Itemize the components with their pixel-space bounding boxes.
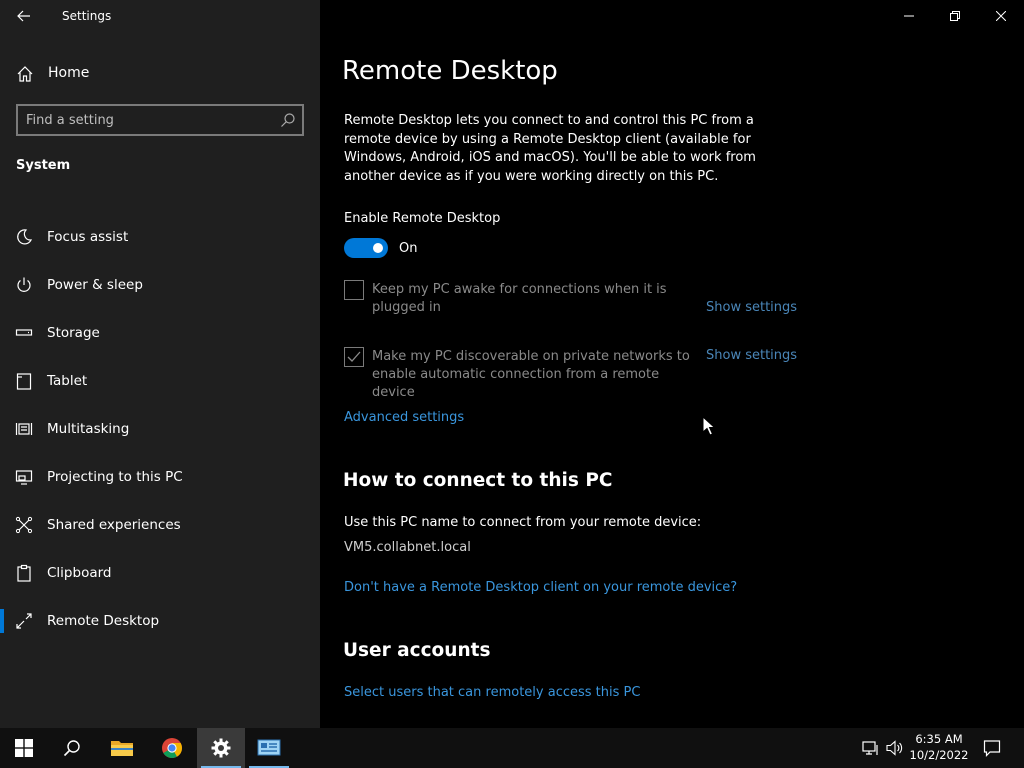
sidebar-item-label: Multitasking [47,421,130,437]
chrome-icon [162,738,182,758]
toggle-state-label: On [399,241,418,256]
section-label-system: System [16,158,71,173]
network-icon [862,741,878,755]
enable-remote-desktop-toggle[interactable] [344,238,388,258]
keep-awake-checkbox[interactable] [344,280,364,300]
power-icon [17,277,31,292]
windows-logo-icon [15,739,33,757]
file-explorer-button[interactable] [98,728,146,768]
sidebar-item-multitasking[interactable]: Multitasking [0,409,320,449]
sidebar-item-clipboard[interactable]: Clipboard [0,553,320,593]
search-icon[interactable] [280,112,296,128]
get-client-link[interactable]: Don't have a Remote Desktop client on yo… [344,580,737,595]
network-tray-button[interactable] [860,728,882,768]
control-panel-taskbar-button[interactable] [245,728,293,768]
folder-icon [111,741,133,756]
multitasking-icon [15,423,33,435]
control-panel-icon [257,739,281,756]
clock-date: 10/2/2022 [909,748,969,762]
home-icon [17,66,33,82]
volume-tray-button[interactable] [884,728,906,768]
close-icon [996,11,1006,21]
connect-text: Use this PC name to connect from your re… [344,515,702,530]
close-button[interactable] [978,0,1024,32]
enable-remote-desktop-label: Enable Remote Desktop [344,211,501,226]
connect-heading: How to connect to this PC [343,470,613,491]
sidebar-item-label: Shared experiences [47,517,181,533]
keep-awake-label: Keep my PC awake for connections when it… [372,282,667,315]
sidebar: Settings Home System Focus assist Power … [0,0,320,728]
restore-icon [950,11,960,21]
taskbar: 6:35 AM 10/2/2022 [0,728,1024,768]
discoverable-label: Make my PC discoverable on private netwo… [372,349,690,400]
search-box[interactable] [16,104,304,136]
sidebar-item-shared-experiences[interactable]: Shared experiences [0,505,320,545]
sidebar-item-focus-assist[interactable]: Focus assist [0,217,320,257]
gear-icon [211,738,231,758]
discoverable-show-settings-link[interactable]: Show settings [706,348,797,363]
sidebar-item-tablet[interactable]: Tablet [0,361,320,401]
tablet-icon [16,373,32,390]
sidebar-item-label: Focus assist [47,229,129,245]
sidebar-item-label: Power & sleep [47,277,143,293]
settings-taskbar-button[interactable] [197,728,245,768]
sidebar-home[interactable]: Home [0,56,320,90]
select-users-link[interactable]: Select users that can remotely access th… [344,685,640,700]
pc-name: VM5.collabnet.local [344,540,471,555]
sidebar-item-label: Tablet [47,373,88,389]
user-accounts-heading: User accounts [343,640,491,661]
taskbar-search-button[interactable] [48,728,96,768]
sidebar-item-label: Projecting to this PC [47,469,183,485]
remote-desktop-icon [16,613,32,629]
main-content: Remote Desktop Remote Desktop lets you c… [320,0,1024,728]
taskbar-clock[interactable]: 6:35 AM 10/2/2022 [908,731,970,763]
discoverable-checkbox[interactable] [344,347,364,367]
volume-icon [886,740,903,756]
app-title: Settings [62,9,112,23]
sidebar-item-remote-desktop[interactable]: Remote Desktop [0,601,320,641]
sidebar-item-label: Clipboard [47,565,112,581]
advanced-settings-link[interactable]: Advanced settings [344,410,464,425]
clipboard-icon [17,564,31,582]
checkmark-icon [347,351,361,362]
sidebar-item-label: Remote Desktop [47,613,160,629]
keep-awake-show-settings-link[interactable]: Show settings [706,300,797,315]
action-center-button[interactable] [978,728,1006,768]
search-icon [63,740,80,757]
moon-icon [17,229,33,245]
minimize-icon [904,15,914,17]
sidebar-item-projecting[interactable]: Projecting to this PC [0,457,320,497]
mouse-cursor-icon [702,416,716,436]
minimize-button[interactable] [886,0,932,32]
sidebar-item-label: Storage [47,325,100,341]
description: Remote Desktop lets you connect to and c… [344,113,756,184]
start-button[interactable] [0,728,48,768]
projecting-icon [15,470,33,485]
search-input[interactable] [26,111,276,129]
title-bar-left: Settings [0,0,320,32]
sidebar-item-power-sleep[interactable]: Power & sleep [0,265,320,305]
sidebar-item-storage[interactable]: Storage [0,313,320,353]
back-arrow-icon [17,10,30,22]
home-label: Home [48,65,90,81]
shared-experiences-icon [15,516,33,534]
storage-icon [15,329,33,336]
notification-icon [983,740,1001,757]
chrome-button[interactable] [148,728,196,768]
page-title: Remote Desktop [342,56,558,86]
toggle-knob [373,243,383,253]
restore-button[interactable] [932,0,978,32]
clock-time: 6:35 AM [915,732,963,746]
back-button[interactable] [8,4,40,28]
